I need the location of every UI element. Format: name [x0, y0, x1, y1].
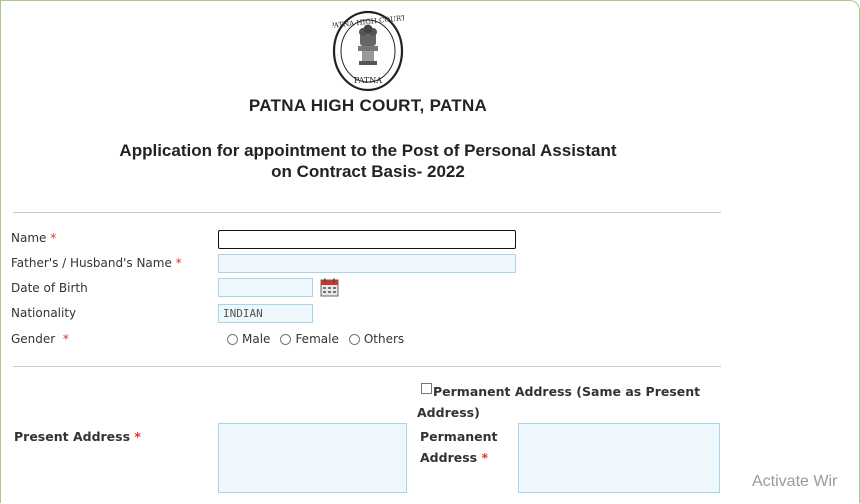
permanent-address-label: Permanent Address * [420, 426, 498, 468]
patna-high-court-emblem: PATNA HIGH COURT PATNA [332, 10, 404, 92]
dob-label: Date of Birth [11, 281, 88, 295]
court-name: PATNA HIGH COURT, PATNA [248, 96, 488, 115]
application-title: Application for appointment to the Post … [0, 140, 736, 182]
required-marker: * [62, 332, 69, 346]
required-marker: * [50, 231, 57, 245]
permanent-same-label: Permanent Address (Same as Present Addre… [417, 381, 707, 423]
permanent-address-label-line2: Address * [420, 450, 488, 465]
gender-radio-group: Male Female Others [227, 332, 414, 346]
present-address-textarea[interactable] [218, 423, 407, 493]
divider-top [13, 212, 721, 213]
application-title-line1: Application for appointment to the Post … [119, 141, 617, 160]
required-marker: * [134, 429, 141, 444]
present-address-label: Present Address * [14, 429, 141, 444]
gender-others-label: Others [363, 332, 405, 346]
permanent-address-textarea[interactable] [518, 423, 720, 493]
nationality-input[interactable] [218, 304, 313, 323]
name-label: Name * [11, 231, 57, 245]
divider-middle [13, 366, 721, 367]
required-marker: * [175, 256, 182, 270]
gender-others-radio[interactable] [348, 333, 360, 345]
gender-label: Gender * [11, 332, 69, 346]
gender-female-radio[interactable] [280, 333, 292, 345]
seal-text-bottom: PATNA [354, 76, 382, 85]
gender-male-label: Male [242, 332, 271, 346]
dob-input[interactable] [218, 278, 313, 297]
permanent-same-label-line2: Address) [417, 405, 480, 420]
nationality-label: Nationality [11, 306, 77, 320]
gender-male-radio[interactable] [227, 333, 238, 345]
father-husband-name-label: Father's / Husband's Name * [11, 256, 182, 270]
required-marker: * [481, 450, 488, 465]
gender-female-label: Female [295, 332, 339, 346]
father-husband-name-input[interactable] [218, 254, 516, 273]
permanent-address-label-line1: Permanent [420, 429, 498, 444]
permanent-same-label-line1: Permanent Address (Same as Present [433, 384, 701, 399]
activate-windows-watermark: Activate Wir [752, 473, 838, 490]
calendar-icon[interactable] [320, 278, 339, 297]
application-title-line2: on Contract Basis- 2022 [271, 162, 465, 181]
name-input[interactable] [218, 230, 516, 249]
